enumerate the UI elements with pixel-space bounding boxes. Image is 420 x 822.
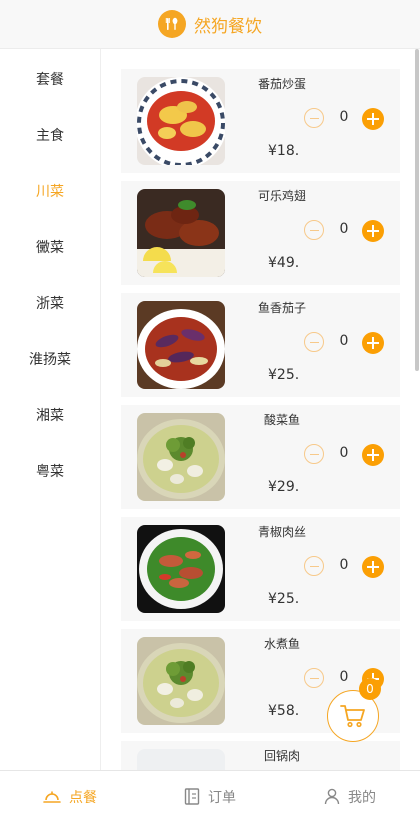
- decrease-button[interactable]: [304, 108, 324, 128]
- dish-name: 青椒肉丝: [258, 525, 307, 539]
- dish-price: ¥18.: [268, 143, 300, 159]
- sidebar-item-cantonese[interactable]: 粤菜: [0, 443, 100, 499]
- app-header: 然狗餐饮: [0, 0, 420, 49]
- twice-cooked-pork-image: [137, 749, 225, 770]
- menu-item: 回锅肉: [121, 741, 400, 770]
- scrollbar-thumb[interactable]: [415, 49, 419, 371]
- cola-wings-image: [137, 189, 225, 277]
- dish-price: ¥49.: [268, 255, 300, 271]
- sidebar-item-huaiyang[interactable]: 淮扬菜: [0, 331, 100, 387]
- increase-button[interactable]: [362, 556, 384, 578]
- quantity-value: 0: [339, 221, 349, 237]
- sidebar-item-sichuan[interactable]: 川菜: [0, 163, 100, 219]
- profile-icon: [324, 788, 340, 805]
- dish-price: ¥58.: [268, 703, 300, 719]
- eggplant-image: [137, 301, 225, 389]
- tab-label: 我的: [348, 789, 376, 806]
- sidebar-item-staple[interactable]: 主食: [0, 107, 100, 163]
- app-title: 然狗餐饮: [194, 16, 262, 37]
- fork-spoon-logo-icon: [158, 10, 186, 38]
- tab-order-food[interactable]: 点餐: [0, 771, 140, 822]
- sidebar-item-anhui[interactable]: 黴菜: [0, 219, 100, 275]
- dish-name: 酸菜鱼: [264, 413, 301, 427]
- increase-button[interactable]: [362, 332, 384, 354]
- decrease-button[interactable]: [304, 668, 324, 688]
- dish-price: ¥29.: [268, 479, 300, 495]
- pepper-pork-image: [137, 525, 225, 613]
- dish-name: 可乐鸡翅: [258, 189, 307, 203]
- quantity-value: 0: [339, 109, 349, 125]
- sidebar-item-set-meal[interactable]: 套餐: [0, 51, 100, 107]
- decrease-button[interactable]: [304, 444, 324, 464]
- boiled-fish-image: [137, 637, 225, 725]
- dish-name: 回锅肉: [264, 749, 301, 763]
- cart-count-badge: 0: [359, 678, 381, 700]
- tomato-egg-image: [137, 77, 225, 165]
- quantity-value: 0: [339, 445, 349, 461]
- dish-name: 鱼香茄子: [258, 301, 307, 315]
- tab-orders[interactable]: 订单: [140, 771, 280, 822]
- increase-button[interactable]: [362, 108, 384, 130]
- menu-list[interactable]: 番茄炒蛋 0 ¥18. 可乐鸡翅 0 ¥49. 鱼香茄子 0 ¥25. 酸菜鱼 …: [101, 49, 420, 770]
- menu-item: 青椒肉丝 0 ¥25.: [121, 517, 400, 621]
- quantity-value: 0: [339, 333, 349, 349]
- dish-name: 水煮鱼: [264, 637, 301, 651]
- dish-name: 番茄炒蛋: [258, 77, 307, 91]
- menu-item: 鱼香茄子 0 ¥25.: [121, 293, 400, 397]
- tab-profile[interactable]: 我的: [280, 771, 420, 822]
- decrease-button[interactable]: [304, 556, 324, 576]
- tab-label: 点餐: [69, 789, 97, 806]
- sidebar-item-zhejiang[interactable]: 浙菜: [0, 275, 100, 331]
- decrease-button[interactable]: [304, 332, 324, 352]
- sidebar-item-hunan[interactable]: 湘菜: [0, 387, 100, 443]
- cart-icon: [340, 705, 365, 728]
- tab-label: 订单: [208, 789, 236, 806]
- decrease-button[interactable]: [304, 220, 324, 240]
- increase-button[interactable]: [362, 220, 384, 242]
- quantity-value: 0: [339, 557, 349, 573]
- pickled-fish-image: [137, 413, 225, 501]
- menu-item: 可乐鸡翅 0 ¥49.: [121, 181, 400, 285]
- orders-icon: [184, 788, 200, 805]
- increase-button[interactable]: [362, 444, 384, 466]
- menu-item: 酸菜鱼 0 ¥29.: [121, 405, 400, 509]
- dish-price: ¥25.: [268, 591, 300, 607]
- category-sidebar: 套餐 主食 川菜 黴菜 浙菜 淮扬菜 湘菜 粤菜: [0, 49, 101, 770]
- order-food-icon: [43, 790, 61, 803]
- quantity-value: 0: [339, 669, 349, 685]
- menu-item: 番茄炒蛋 0 ¥18.: [121, 69, 400, 173]
- dish-price: ¥25.: [268, 367, 300, 383]
- bottom-tabbar: 点餐 订单 我的: [0, 770, 420, 822]
